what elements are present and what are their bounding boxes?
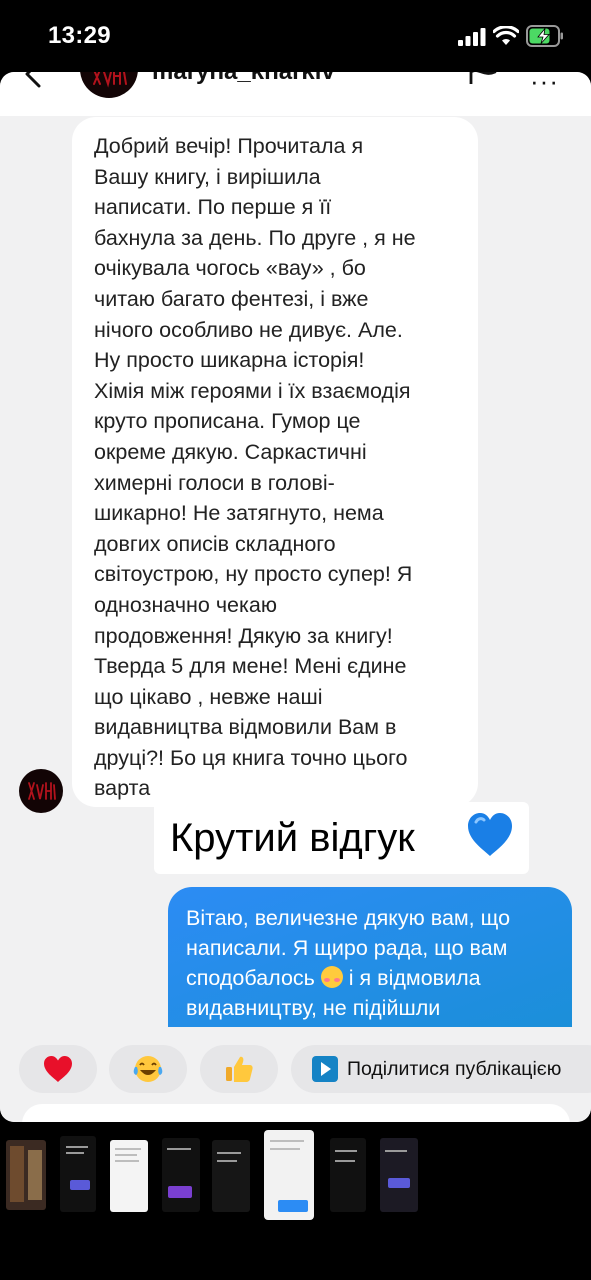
tears-of-joy-icon	[133, 1056, 163, 1082]
play-share-icon	[312, 1056, 338, 1082]
reaction-laugh-button[interactable]	[109, 1045, 187, 1093]
more-options-icon[interactable]: ···	[530, 72, 559, 97]
header-username[interactable]: maryna_kharkiv	[152, 72, 335, 86]
smiling-face-with-hearts-icon	[320, 966, 343, 988]
chat-screen: maryna_kharkiv ··· Добрий вечір! Прочита…	[0, 72, 591, 1122]
outgoing-line-3a: сподобалось	[186, 966, 321, 990]
flag-report-icon[interactable]	[468, 72, 498, 84]
share-post-label: Поділитися публікацією	[347, 1057, 562, 1080]
thumbnail-item[interactable]	[212, 1140, 250, 1212]
header-avatar[interactable]	[80, 72, 138, 98]
thumbnail-item[interactable]	[380, 1138, 418, 1212]
battery-charging-icon	[526, 25, 563, 47]
avatar-logo-icon	[28, 782, 56, 800]
thumbnail-item[interactable]	[6, 1140, 46, 1210]
outgoing-line-4: видавництву, не підійшли	[186, 996, 441, 1020]
thumbnail-item-selected[interactable]	[264, 1130, 314, 1220]
thumbnail-strip	[0, 1122, 591, 1280]
avatar-logo-icon	[93, 72, 127, 88]
status-bar: 13:29	[0, 0, 591, 72]
back-arrow-icon[interactable]	[22, 72, 44, 88]
outgoing-message-text: Вітаю, величезне дякую вам, що написали.…	[186, 903, 560, 1023]
thumbnail-item[interactable]	[330, 1138, 366, 1212]
share-post-button[interactable]: Поділитися публікацією	[291, 1045, 591, 1093]
outgoing-line-3b: і я відмовила	[342, 966, 481, 990]
outgoing-message-bubble[interactable]: Вітаю, величезне дякую вам, що написали.…	[168, 887, 572, 1027]
incoming-message-text: Добрий вечір! Прочитала я Вашу книгу, і …	[94, 134, 416, 801]
message-composer[interactable]	[22, 1104, 570, 1122]
thumbs-up-icon	[226, 1056, 253, 1082]
red-heart-icon	[44, 1056, 72, 1082]
cellular-signal-icon	[458, 28, 486, 46]
caption-text: Крутий відгук	[170, 816, 415, 860]
thumbnail-item[interactable]	[162, 1138, 200, 1212]
wifi-icon	[493, 26, 519, 45]
status-time: 13:29	[48, 22, 111, 49]
outgoing-line-1: Вітаю, величезне дякую вам, що	[186, 906, 511, 930]
thumbnail-item[interactable]	[60, 1136, 96, 1212]
blue-heart-icon	[468, 813, 512, 856]
reaction-heart-button[interactable]	[19, 1045, 97, 1093]
caption-overlay: Крутий відгук	[154, 802, 529, 874]
reaction-thumbs-up-button[interactable]	[200, 1045, 278, 1093]
sender-avatar[interactable]	[19, 769, 63, 813]
chat-header: maryna_kharkiv ···	[0, 72, 591, 116]
thumbnail-item[interactable]	[110, 1140, 148, 1212]
outgoing-line-2: написали. Я щиро рада, що вам	[186, 936, 508, 960]
incoming-message-bubble[interactable]: Добрий вечір! Прочитала я Вашу книгу, і …	[72, 117, 478, 807]
